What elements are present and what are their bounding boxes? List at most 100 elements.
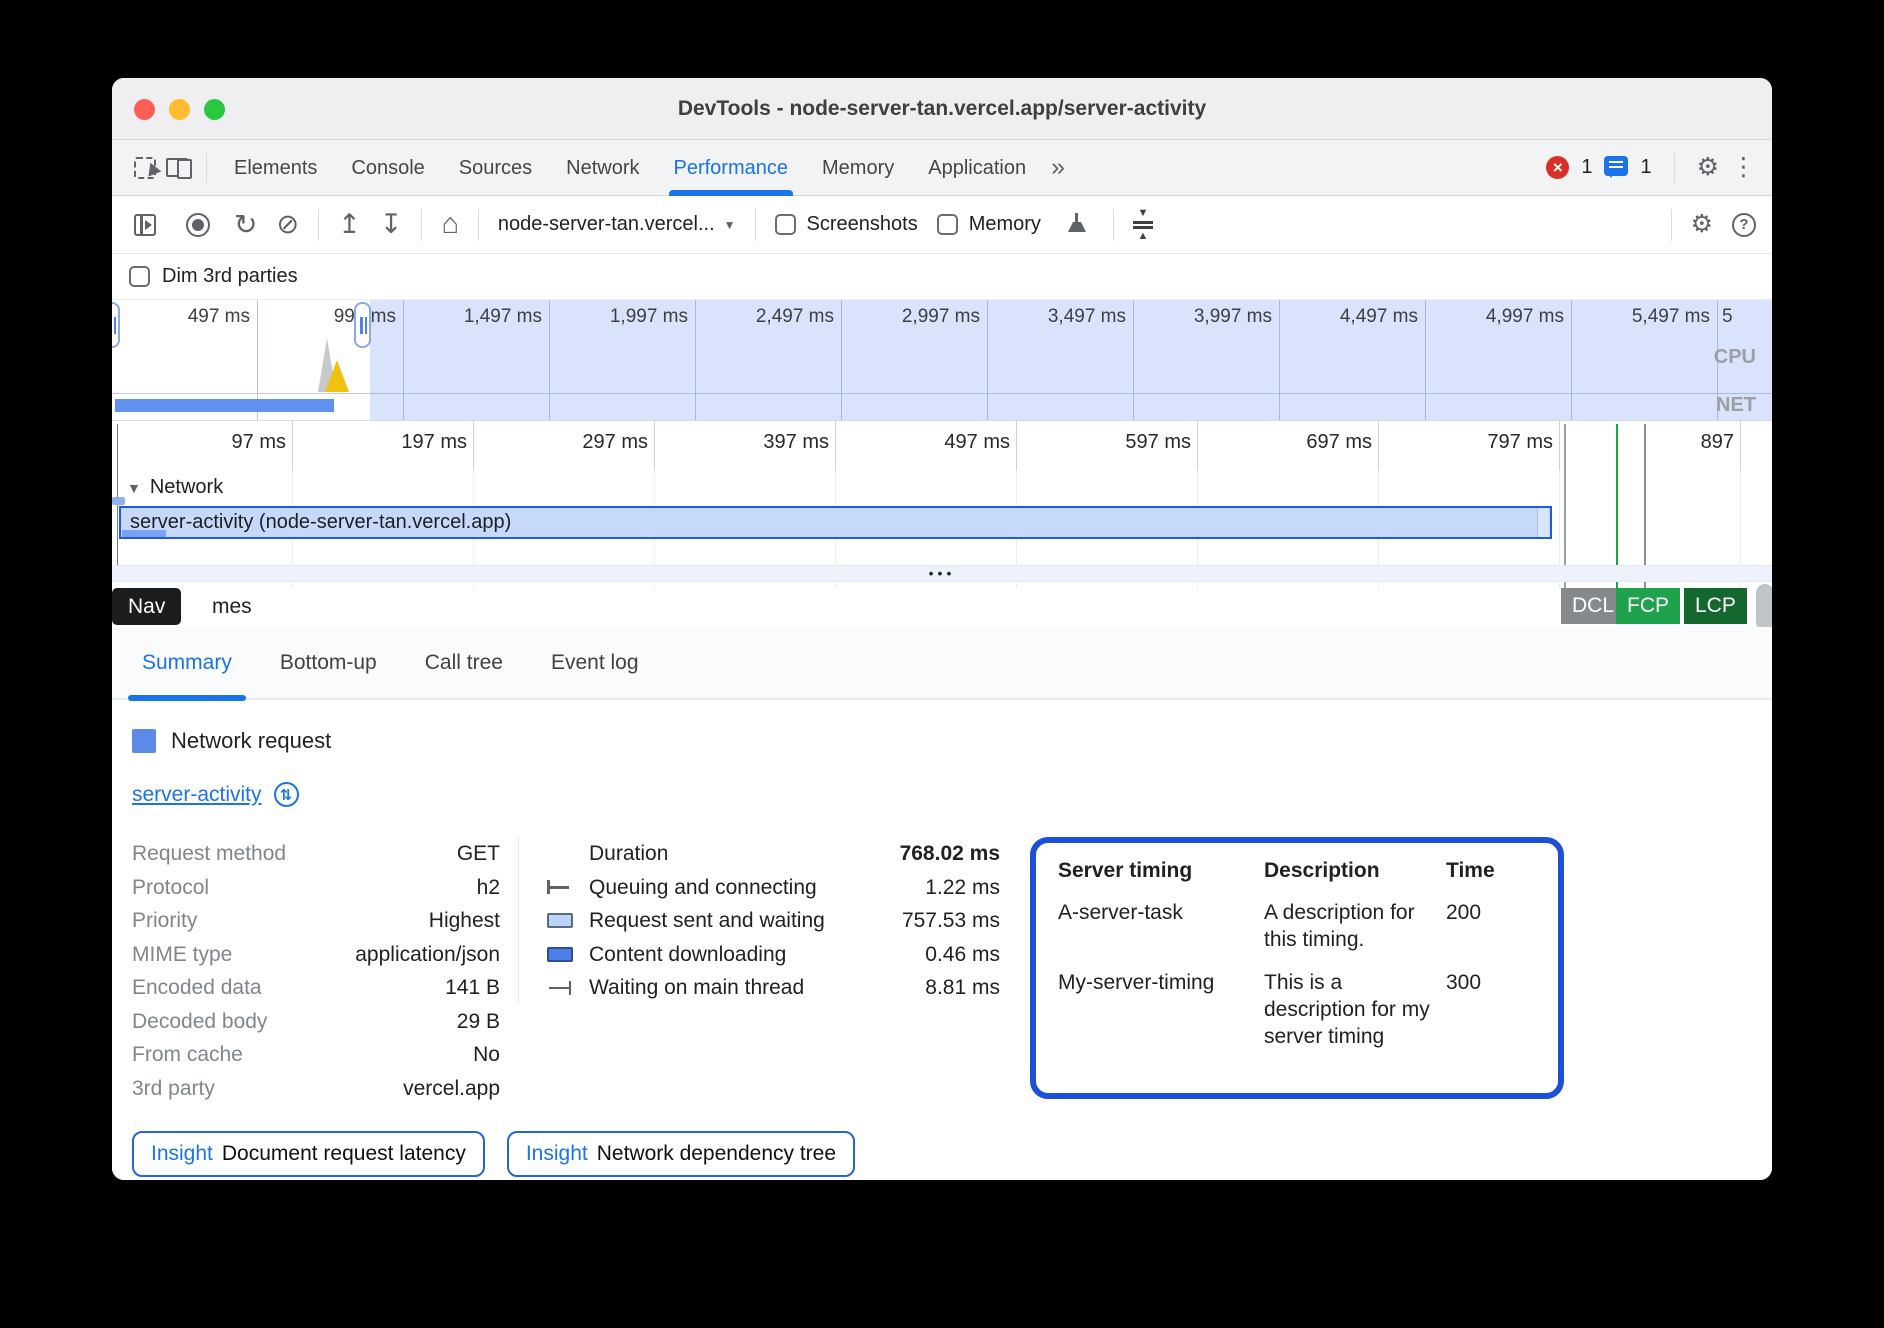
ruler-tick: 397 ms xyxy=(655,421,836,470)
network-request-bar[interactable]: server-activity (node-server-tan.vercel.… xyxy=(119,506,1552,539)
request-link[interactable]: server-activity xyxy=(132,783,262,807)
detail-label: Priority xyxy=(132,904,197,938)
whisker-left-icon xyxy=(547,880,571,894)
detail-label: MIME type xyxy=(132,938,232,972)
clear-recording-button[interactable]: ⊘ xyxy=(276,211,299,238)
collect-garbage-button[interactable] xyxy=(1060,208,1094,242)
server-timing-name: A-server-task xyxy=(1058,899,1254,953)
devtools-tab[interactable]: Memory xyxy=(805,140,911,196)
phase-label: Request sent and waiting xyxy=(589,904,825,938)
settings-gear-icon[interactable]: ⚙ xyxy=(1697,155,1719,180)
server-timing-col-header: Server timing xyxy=(1058,859,1254,883)
network-track-header[interactable]: ▼ Network xyxy=(112,470,1772,505)
main-tabs: ElementsConsoleSourcesNetworkPerformance… xyxy=(217,140,1043,195)
selection-right-handle[interactable] xyxy=(354,302,371,348)
ruler-tick: 197 ms xyxy=(293,421,474,470)
network-request-color-swatch xyxy=(132,729,156,753)
memory-checkbox[interactable] xyxy=(937,214,958,235)
help-icon[interactable]: ? xyxy=(1732,213,1756,237)
issues-message-icon[interactable] xyxy=(1604,156,1628,176)
record-button[interactable] xyxy=(181,208,215,242)
shortcuts-dialog-button[interactable]: ▼▲ xyxy=(1133,208,1153,242)
reveal-in-network-icon[interactable]: ⇅ xyxy=(274,782,299,807)
insight-button[interactable]: Insight Network dependency tree xyxy=(507,1131,855,1177)
close-window-button[interactable] xyxy=(134,99,155,120)
phase-value: 757.53 ms xyxy=(902,904,1000,938)
phase-row: Queuing and connecting 1.22 ms xyxy=(547,871,1000,905)
kebab-menu-icon[interactable]: ⋮ xyxy=(1731,155,1756,180)
panel-tab[interactable]: Bottom-up xyxy=(256,626,401,699)
garbage-brush-icon xyxy=(1065,213,1089,237)
error-count: 1 xyxy=(1581,156,1592,179)
ruler-tick: 497 ms xyxy=(836,421,1017,470)
devtools-tab[interactable]: Elements xyxy=(217,140,334,196)
screenshots-checkbox[interactable] xyxy=(775,214,796,235)
detail-row: From cache No xyxy=(132,1038,500,1072)
duration-label: Duration xyxy=(589,837,668,871)
devtools-tab-bar: ElementsConsoleSourcesNetworkPerformance… xyxy=(112,140,1772,196)
detail-value: 29 B xyxy=(457,1005,500,1039)
memory-checkbox-row[interactable]: Memory xyxy=(937,213,1041,236)
inspect-cursor-icon xyxy=(134,157,156,179)
insight-chips: Insight Document request latency Insight… xyxy=(132,1131,1752,1177)
timeline-overview[interactable]: 497 ms997 ms1,497 ms1,997 ms2,497 ms2,99… xyxy=(112,300,1772,420)
devtools-tab[interactable]: Application xyxy=(911,140,1043,196)
profile-select-value: node-server-tan.vercel... xyxy=(498,213,715,236)
vertical-scrollbar-thumb[interactable] xyxy=(1756,584,1772,631)
ruler-tick: 97 ms xyxy=(112,421,293,470)
inspect-element-button[interactable] xyxy=(128,151,162,185)
panel-tab[interactable]: Call tree xyxy=(401,626,527,699)
detail-label: Protocol xyxy=(132,871,209,905)
detail-row: Request method GET xyxy=(132,837,500,871)
panel-tab[interactable]: Event log xyxy=(527,626,663,699)
ruler-tick: 697 ms xyxy=(1198,421,1379,470)
minimize-window-button[interactable] xyxy=(169,99,190,120)
insight-button[interactable]: Insight Document request latency xyxy=(132,1131,485,1177)
screenshots-checkbox-row[interactable]: Screenshots xyxy=(775,213,918,236)
home-button[interactable]: ⌂ xyxy=(441,210,459,239)
save-profile-button[interactable]: ↧ xyxy=(380,211,403,238)
error-badge-icon[interactable]: × xyxy=(1546,156,1569,179)
ruler-tick: 797 ms xyxy=(1379,421,1560,470)
devtools-tab[interactable]: Performance xyxy=(657,140,806,196)
detail-value: No xyxy=(473,1038,500,1072)
more-tabs-chevron-icon[interactable]: » xyxy=(1043,153,1073,182)
detail-value: GET xyxy=(457,837,500,871)
dim-third-parties-checkbox[interactable] xyxy=(129,266,150,287)
request-details-list: Request method GET Protocol h2 Priority … xyxy=(132,837,500,1105)
devtools-tab[interactable]: Network xyxy=(549,140,656,196)
devtools-tab[interactable]: Console xyxy=(334,140,441,196)
devtools-window: DevTools - node-server-tan.vercel.app/se… xyxy=(112,78,1772,1180)
load-profile-button[interactable]: ↥ xyxy=(338,211,361,238)
toggle-sidebar-button[interactable] xyxy=(128,208,162,242)
collapsed-tracks-indicator[interactable]: ••• xyxy=(112,565,1772,582)
capture-settings-gear-icon[interactable]: ⚙ xyxy=(1691,212,1713,237)
screenshots-label: Screenshots xyxy=(807,213,918,236)
panel-tab[interactable]: Summary xyxy=(118,626,256,699)
reload-and-record-button[interactable]: ↻ xyxy=(234,211,257,239)
fcp-marker-badge[interactable]: FCP xyxy=(1616,588,1680,624)
selection-left-handle[interactable] xyxy=(112,302,120,348)
profile-select-dropdown[interactable]: node-server-tan.vercel... ▼ xyxy=(498,213,736,236)
lcp-marker-line xyxy=(1644,424,1646,588)
record-icon xyxy=(186,213,210,237)
message-count: 1 xyxy=(1640,156,1651,179)
device-toolbar-button[interactable] xyxy=(162,151,196,185)
timing-breakdown: Duration 768.02 ms Queuing and connectin… xyxy=(518,837,1000,1005)
triangle-collapse-icon[interactable]: ▼ xyxy=(127,480,141,496)
divider xyxy=(1671,209,1672,241)
lcp-marker-badge[interactable]: LCP xyxy=(1684,588,1747,624)
server-timing-row: A-server-task A description for this tim… xyxy=(1058,899,1536,953)
devtools-tab[interactable]: Sources xyxy=(442,140,549,196)
server-timing-row: My-server-timing This is a description f… xyxy=(1058,969,1536,1050)
duration-row: Duration 768.02 ms xyxy=(547,837,1000,871)
insight-prefix: Insight xyxy=(151,1142,213,1166)
detail-value: Highest xyxy=(429,904,500,938)
timeline-tracks: ▼ Network server-activity (node-server-t… xyxy=(112,470,1772,627)
frames-track-label: mes xyxy=(212,588,252,625)
phase-label: Waiting on main thread xyxy=(589,971,804,1005)
zoom-window-button[interactable] xyxy=(204,99,225,120)
dim-third-parties-label: Dim 3rd parties xyxy=(162,265,298,288)
detail-value: 141 B xyxy=(445,971,500,1005)
fcp-marker-line xyxy=(1616,424,1618,588)
